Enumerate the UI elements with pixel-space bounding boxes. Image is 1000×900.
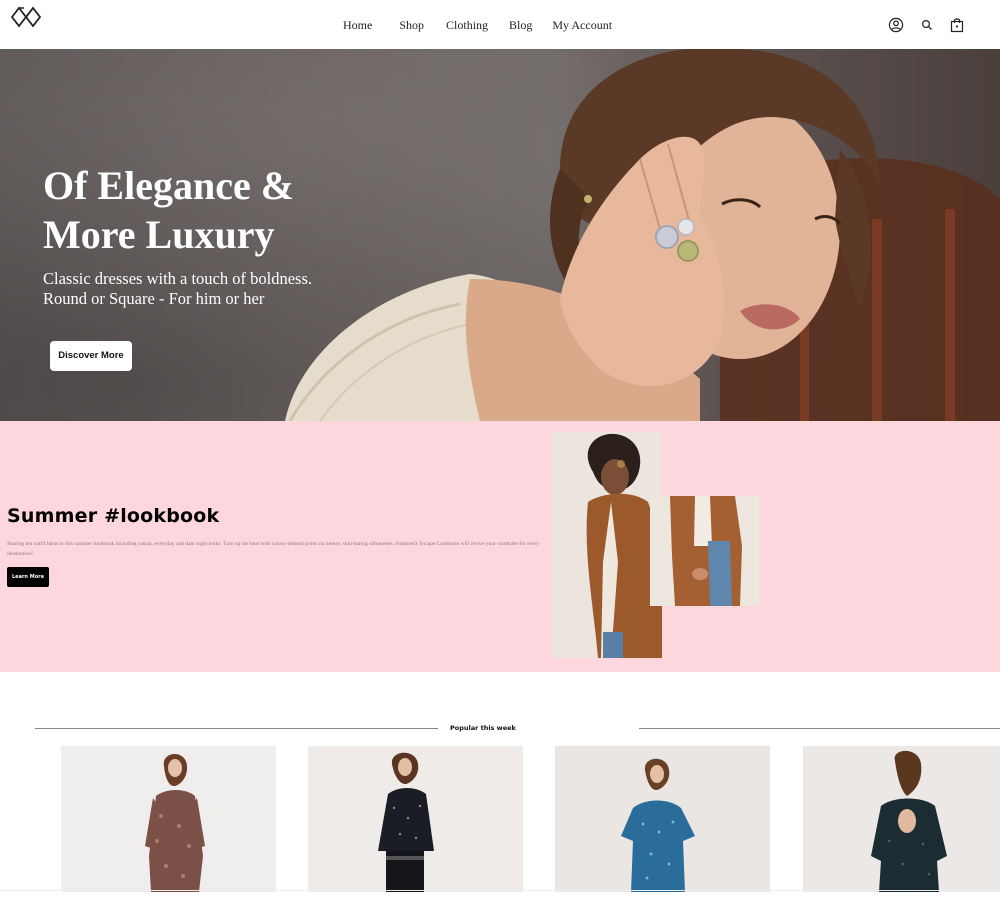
product-card[interactable] [803,746,1000,892]
footer-divider [0,890,1000,891]
product-image [378,752,434,892]
bag-icon[interactable] [950,17,964,33]
account-icon[interactable] [888,17,904,33]
hero-title: Of Elegance & More Luxury [43,161,294,259]
hero-banner: Of Elegance & More Luxury Classic dresse… [0,49,1000,421]
lookbook-description: Sharing ten outfit ideas in this summer … [7,541,540,557]
search-icon[interactable] [921,19,933,31]
site-header: Home Shop Clothing Blog My Account [0,0,1000,49]
nav-blog[interactable]: Blog [509,18,532,33]
nav-clothing[interactable]: Clothing [446,18,488,33]
main-nav: Home Shop Clothing Blog My Account [343,18,612,33]
product-card[interactable] [555,746,770,892]
nav-shop[interactable]: Shop [399,18,424,33]
logo-icon[interactable] [10,5,46,29]
popular-section: Popular this week [0,672,1000,900]
divider-left [35,728,438,729]
lookbook-image-2 [650,496,759,606]
product-image [871,750,947,892]
nav-my-account[interactable]: My Account [552,18,612,33]
lookbook-title: Summer #lookbook [7,505,220,527]
divider-right [639,728,1000,729]
discover-more-button[interactable]: Discover More [50,341,132,371]
product-image [145,753,205,892]
header-actions [888,17,964,33]
hero-subtitle-line2: Round or Square - For him or her [43,288,265,308]
hero-title-line2: More Luxury [43,212,275,257]
popular-title: Popular this week [450,724,516,732]
learn-more-button[interactable]: Learn More [7,567,49,587]
lookbook-image-1 [553,432,662,658]
hero-title-line1: Of Elegance & [43,163,295,208]
hero-subtitle: Classic dresses with a touch of boldness… [43,269,312,308]
product-card[interactable] [61,746,276,892]
product-image [621,758,695,892]
product-card[interactable] [308,746,523,892]
lookbook-section: Summer #lookbook Sharing ten outfit idea… [0,421,1000,672]
nav-home[interactable]: Home [343,18,372,33]
hero-subtitle-line1: Classic dresses with a touch of boldness… [43,269,313,288]
